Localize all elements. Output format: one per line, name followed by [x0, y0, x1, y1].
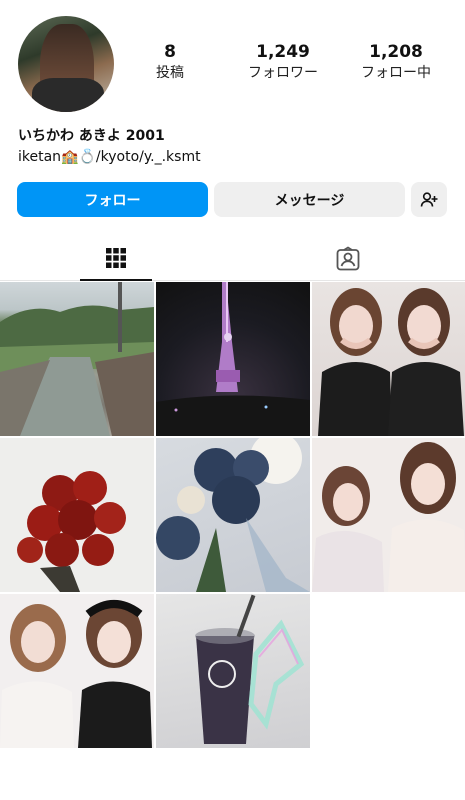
posts-label: 投稿	[156, 65, 184, 81]
grid-icon	[106, 247, 126, 268]
profile-tabs	[0, 236, 465, 281]
stat-followers[interactable]: 1,249 フォロワー	[238, 42, 328, 84]
tab-tagged[interactable]	[312, 236, 384, 281]
post-thumbnail[interactable]	[312, 438, 465, 592]
avatar[interactable]	[18, 16, 114, 112]
following-count: 1,208	[369, 42, 423, 62]
post-thumbnail[interactable]	[156, 594, 310, 748]
add-user-button[interactable]	[411, 182, 447, 217]
profile-header: 8 投稿 1,249 フォロワー 1,208 フォロー中	[0, 0, 465, 120]
stat-following[interactable]: 1,208 フォロー中	[351, 42, 441, 84]
followers-label: フォロワー	[248, 65, 318, 81]
person-plus-icon	[420, 191, 438, 207]
follow-button[interactable]: フォロー	[17, 182, 208, 217]
following-label: フォロー中	[361, 65, 431, 81]
profile-bio: iketan🏫💍/kyoto/y._.ksmt	[18, 149, 201, 165]
post-thumbnail[interactable]	[0, 282, 154, 436]
posts-count: 8	[164, 42, 176, 62]
post-thumbnail[interactable]	[156, 438, 310, 592]
tagged-person-icon	[336, 245, 360, 270]
post-thumbnail[interactable]	[156, 282, 310, 436]
followers-count: 1,249	[256, 42, 310, 62]
post-thumbnail[interactable]	[0, 438, 154, 592]
message-button[interactable]: メッセージ	[214, 182, 405, 217]
stat-posts[interactable]: 8 投稿	[140, 42, 200, 84]
tab-posts-grid[interactable]	[80, 236, 152, 281]
post-thumbnail[interactable]	[312, 282, 465, 436]
profile-name: いちかわ あきよ 2001	[18, 128, 165, 144]
post-thumbnail[interactable]	[0, 594, 154, 748]
